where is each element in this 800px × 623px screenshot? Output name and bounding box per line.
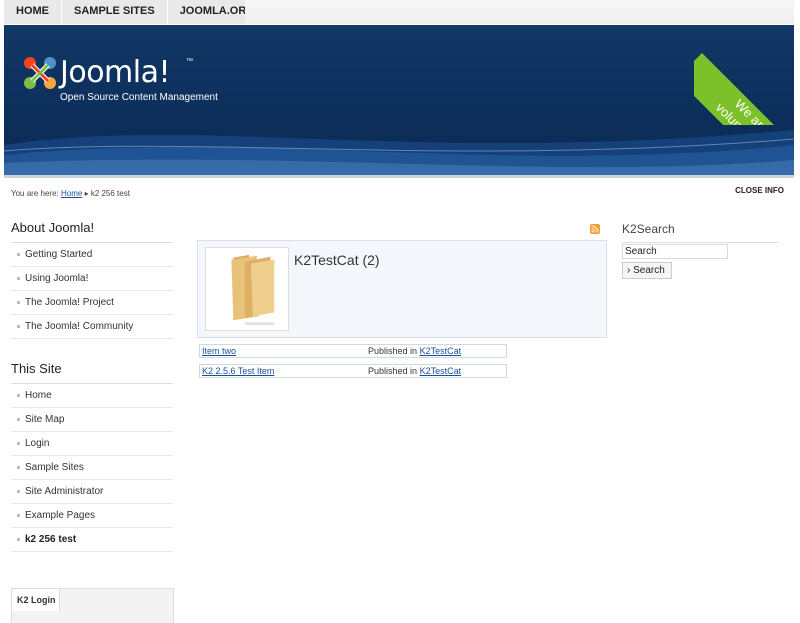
site-tagline: Open Source Content Management — [60, 92, 218, 103]
chevron-right-icon: › — [627, 265, 631, 276]
menu-item-label: Login — [25, 438, 50, 449]
top-nav-filler — [245, 0, 794, 24]
close-info-button[interactable]: CLOSE INFO — [735, 186, 784, 195]
menu-item-joomla-community[interactable]: The Joomla! Community — [11, 315, 173, 339]
category-title: K2TestCat (2) — [294, 252, 380, 268]
item-row: Item two Published in K2TestCat — [199, 344, 507, 358]
search-button[interactable]: › Search — [622, 262, 672, 279]
menu-item-label: Home — [25, 390, 52, 401]
item-title-link[interactable]: Item two — [202, 346, 236, 356]
bullet-icon — [17, 465, 20, 469]
nav-home[interactable]: HOME — [4, 0, 62, 24]
header-banner: Joomla! ™ Open Source Content Management… — [4, 25, 794, 175]
about-joomla-title: About Joomla! — [11, 220, 173, 243]
nav-sample-sites[interactable]: SAMPLE SITES — [62, 0, 168, 24]
menu-item-label: Using Joomla! — [25, 273, 89, 284]
item-published-in: Published in K2TestCat — [368, 346, 461, 356]
k2-login-module: K2 Login — [11, 588, 174, 623]
bullet-icon — [17, 417, 20, 421]
breadcrumb-current: k2 256 test — [90, 189, 130, 198]
folder-icon — [231, 254, 275, 326]
bullet-icon — [17, 252, 20, 256]
volunteers-ribbon[interactable]: We are volunteers! — [694, 25, 794, 125]
menu-item-sample-sites[interactable]: Sample Sites — [11, 456, 173, 480]
top-nav: HOME SAMPLE SITES JOOMLA.ORG — [4, 0, 268, 24]
item-row: K2 2.5.6 Test Item Published in K2TestCa… — [199, 364, 507, 378]
right-sidebar: K2Search › Search — [622, 222, 778, 279]
logo-text[interactable]: Joomla! — [60, 55, 171, 90]
bullet-icon — [17, 276, 20, 280]
bullet-icon — [17, 537, 20, 541]
logo-trademark: ™ — [186, 58, 193, 65]
item-published-in: Published in K2TestCat — [368, 366, 461, 376]
breadcrumb-prefix: You are here: — [11, 189, 59, 198]
left-sidebar: About Joomla! Getting Started Using Joom… — [11, 220, 173, 552]
this-site-title: This Site — [11, 361, 173, 384]
menu-item-label: Site Map — [25, 414, 65, 425]
menu-item-example-pages[interactable]: Example Pages — [11, 504, 173, 528]
k2-login-tab[interactable]: K2 Login — [12, 589, 60, 611]
menu-item-getting-started[interactable]: Getting Started — [11, 243, 173, 267]
k2search-title: K2Search — [622, 222, 778, 243]
bullet-icon — [17, 393, 20, 397]
joomla-logo-icon[interactable] — [20, 53, 60, 93]
menu-item-label: The Joomla! Community — [25, 321, 134, 332]
menu-item-home[interactable]: Home — [11, 384, 173, 408]
menu-item-label: k2 256 test — [25, 534, 77, 545]
category-header: K2TestCat (2) — [197, 240, 607, 338]
breadcrumb: You are here: Home ▸ k2 256 test — [11, 189, 130, 198]
menu-item-label: Example Pages — [25, 510, 96, 521]
item-title-link[interactable]: K2 2.5.6 Test Item — [202, 366, 274, 376]
bullet-icon — [17, 489, 20, 493]
rss-glyph-icon — [591, 225, 599, 233]
search-input[interactable] — [622, 244, 728, 259]
menu-item-label: Getting Started — [25, 249, 93, 260]
menu-item-site-administrator[interactable]: Site Administrator — [11, 480, 173, 504]
menu-item-site-map[interactable]: Site Map — [11, 408, 173, 432]
header-divider — [4, 175, 794, 178]
menu-item-label: Sample Sites — [25, 462, 84, 473]
rss-feed-icon[interactable] — [590, 224, 600, 234]
item-category-link[interactable]: K2TestCat — [420, 346, 462, 356]
breadcrumb-separator-icon: ▸ — [84, 189, 89, 198]
bullet-icon — [17, 324, 20, 328]
item-category-link[interactable]: K2TestCat — [420, 366, 462, 376]
menu-item-label: The Joomla! Project — [25, 297, 114, 308]
menu-item-joomla-project[interactable]: The Joomla! Project — [11, 291, 173, 315]
menu-item-label: Site Administrator — [25, 486, 104, 497]
menu-item-login[interactable]: Login — [11, 432, 173, 456]
menu-item-using-joomla[interactable]: Using Joomla! — [11, 267, 173, 291]
category-image[interactable] — [205, 247, 289, 331]
published-prefix: Published in — [368, 366, 418, 376]
bullet-icon — [17, 441, 20, 445]
published-prefix: Published in — [368, 346, 418, 356]
search-button-label: Search — [633, 265, 665, 276]
header-wave — [4, 130, 794, 175]
menu-item-k2-256-test[interactable]: k2 256 test — [11, 528, 173, 552]
bullet-icon — [17, 513, 20, 517]
breadcrumb-home-link[interactable]: Home — [61, 189, 82, 198]
bullet-icon — [17, 300, 20, 304]
